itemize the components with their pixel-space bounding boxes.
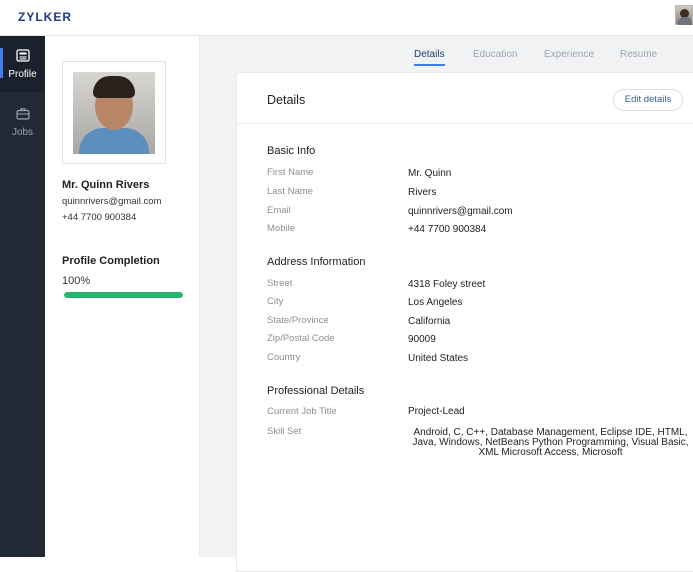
field-value-zip: 90009: [408, 334, 436, 345]
field-label-email: Email: [267, 205, 291, 216]
field-label-street: Street: [267, 278, 293, 289]
tab-experience[interactable]: Experience: [544, 49, 594, 60]
field-value-first-name: Mr. Quinn: [408, 168, 452, 179]
profile-card-icon: [15, 49, 30, 67]
profile-email: quinnrivers@gmail.com: [62, 196, 162, 207]
brand-logo[interactable]: ZYLKER: [18, 10, 72, 24]
field-label-first-name: First Name: [267, 167, 314, 178]
field-label-mobile: Mobile: [267, 223, 295, 234]
field-label-last-name: Last Name: [267, 186, 313, 197]
top-bar: ZYLKER: [0, 0, 693, 36]
profile-name: Mr. Quinn Rivers: [62, 179, 150, 191]
card-divider: [237, 123, 693, 124]
profile-completion-fill: [64, 292, 183, 298]
sidebar-item-label: Jobs: [11, 127, 34, 138]
profile-phone: +44 7700 900384: [62, 212, 137, 223]
tab-bar: Details Education Experience Resume: [200, 36, 693, 72]
field-value-city: Los Angeles: [408, 297, 463, 308]
sidebar-item-label: Profile: [8, 69, 37, 80]
profile-completion-bar: [64, 292, 183, 298]
field-value-job-title: Project-Lead: [408, 406, 465, 417]
field-value-street: 4318 Foley street: [408, 279, 486, 290]
profile-photo: [73, 72, 155, 154]
field-label-state: State/Province: [267, 315, 329, 326]
profile-summary-panel: Mr. Quinn Rivers quinnrivers@gmail.com +…: [45, 36, 200, 557]
field-value-country: United States: [408, 353, 469, 364]
field-value-mobile: +44 7700 900384: [408, 224, 487, 235]
field-value-email: quinnrivers@gmail.com: [408, 206, 513, 217]
details-title: Details: [267, 93, 306, 107]
section-title-address: Address Information: [267, 256, 366, 268]
field-label-zip: Zip/Postal Code: [267, 333, 335, 344]
field-label-skill-set: Skill Set: [267, 426, 302, 437]
section-title-basic-info: Basic Info: [267, 145, 316, 157]
details-card: Details Edit details Basic Info First Na…: [236, 72, 693, 572]
profile-completion-value: 100%: [62, 275, 91, 287]
field-label-country: Country: [267, 352, 301, 363]
user-avatar[interactable]: [675, 5, 693, 25]
field-label-city: City: [267, 296, 284, 307]
briefcase-icon: [15, 107, 30, 125]
field-value-state: California: [408, 316, 451, 327]
tab-details[interactable]: Details: [414, 49, 445, 66]
field-value-last-name: Rivers: [408, 187, 437, 198]
tab-resume[interactable]: Resume: [620, 49, 657, 60]
field-value-skill-set: Android, C, C++, Database Management, Ec…: [412, 427, 689, 458]
field-label-job-title: Current Job Title: [267, 406, 337, 417]
section-title-professional: Professional Details: [267, 385, 365, 397]
edit-details-button[interactable]: Edit details: [613, 89, 683, 111]
sidebar: Profile Jobs: [0, 36, 45, 557]
sidebar-item-profile[interactable]: Profile: [0, 36, 45, 92]
profile-completion-title: Profile Completion: [62, 255, 160, 267]
tab-education[interactable]: Education: [473, 49, 517, 60]
sidebar-item-jobs[interactable]: Jobs: [0, 94, 45, 150]
profile-photo-frame: [62, 61, 166, 164]
